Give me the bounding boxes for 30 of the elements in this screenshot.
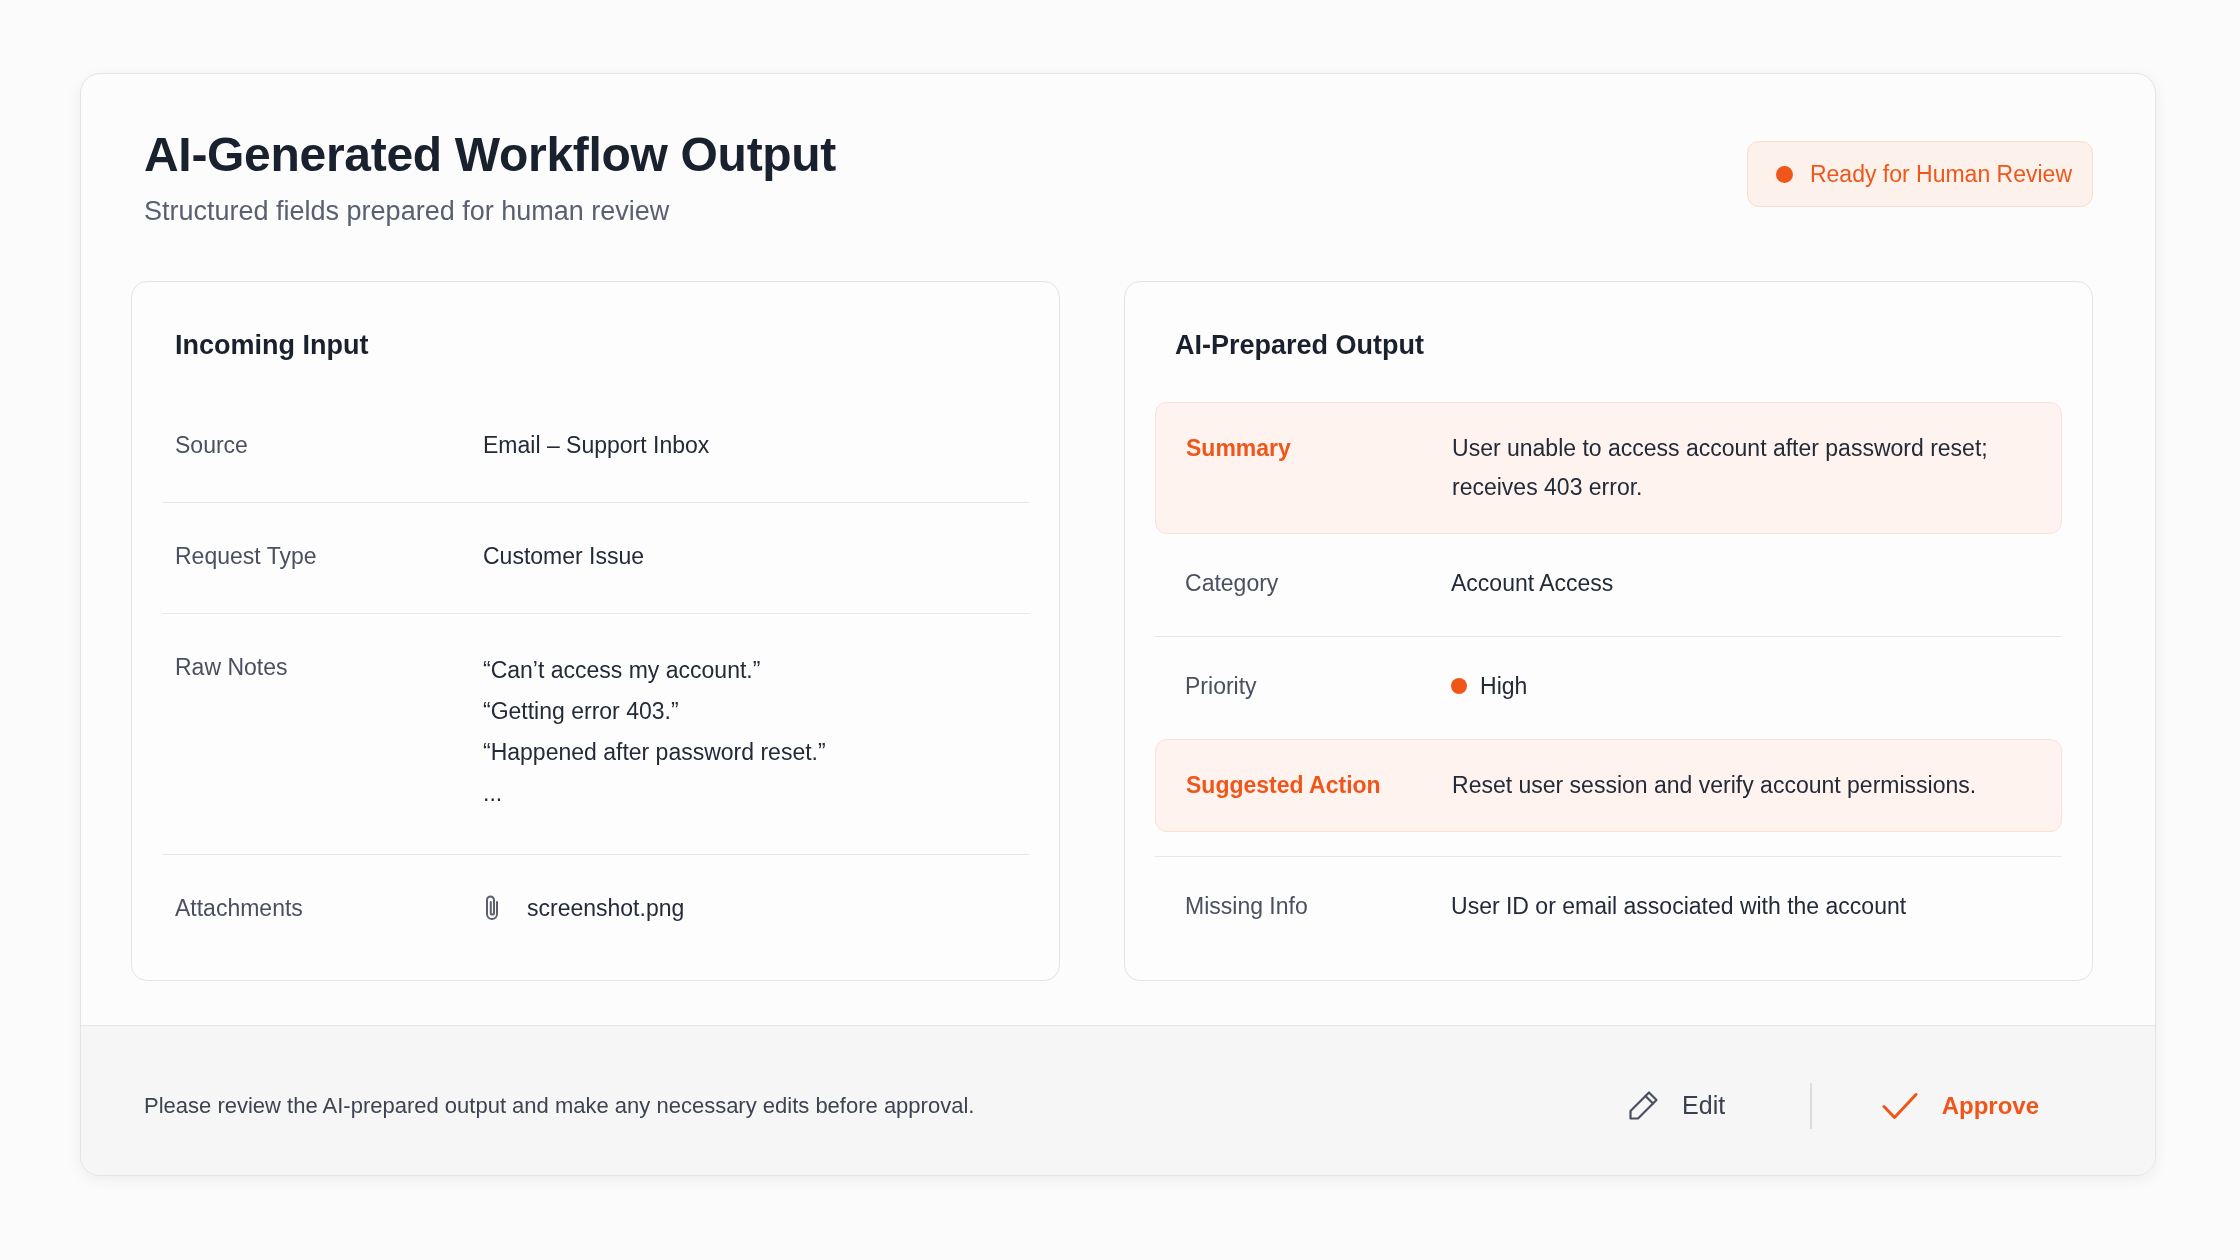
field-value: Customer Issue: [483, 542, 645, 571]
field-value: Email – Support Inbox: [483, 431, 710, 460]
note-line: ...: [483, 779, 504, 808]
attachment-link[interactable]: screenshot.png: [527, 891, 685, 925]
panel-title: Incoming Input: [175, 329, 370, 362]
field-label: Summary: [1186, 434, 1292, 463]
field-label: Source: [175, 431, 249, 460]
page-title: AI-Generated Workflow Output: [144, 127, 837, 182]
checkmark-icon: [1881, 1091, 1918, 1120]
field-value: Account Access: [1451, 569, 1614, 598]
field-label: Priority: [1185, 672, 1258, 701]
field-label: Request Type: [175, 542, 318, 571]
status-badge: Ready for Human Review: [1746, 141, 2093, 207]
field-label: Suggested Action: [1186, 771, 1382, 800]
field-value: High: [1480, 672, 1528, 701]
field-value: User unable to access account after password reset; receives 403 error.: [1452, 434, 1989, 502]
edit-button[interactable]: Edit: [1616, 1078, 1736, 1133]
field-label: Attachments: [175, 894, 304, 923]
field-value: User ID or email associated with the account: [1451, 892, 1907, 921]
panel-title: AI-Prepared Output: [1175, 329, 1426, 362]
field-label: Missing Info: [1185, 892, 1309, 921]
review-instruction: Please review the AI-prepared output and make any necessary edits before approval.: [144, 1092, 976, 1120]
paperclip-icon: [483, 894, 501, 922]
page-subtitle: Structured fields prepared for human review: [144, 195, 671, 228]
note-line: “Can’t access my account.”: [483, 656, 762, 685]
note-line: “Happened after password reset.”: [483, 738, 826, 767]
field-label: Category: [1185, 569, 1280, 598]
field-value: Reset user session and verify account permissions.: [1452, 771, 1977, 800]
field-label: Raw Notes: [175, 653, 289, 682]
note-line: “Getting error 403.”: [483, 697, 680, 726]
